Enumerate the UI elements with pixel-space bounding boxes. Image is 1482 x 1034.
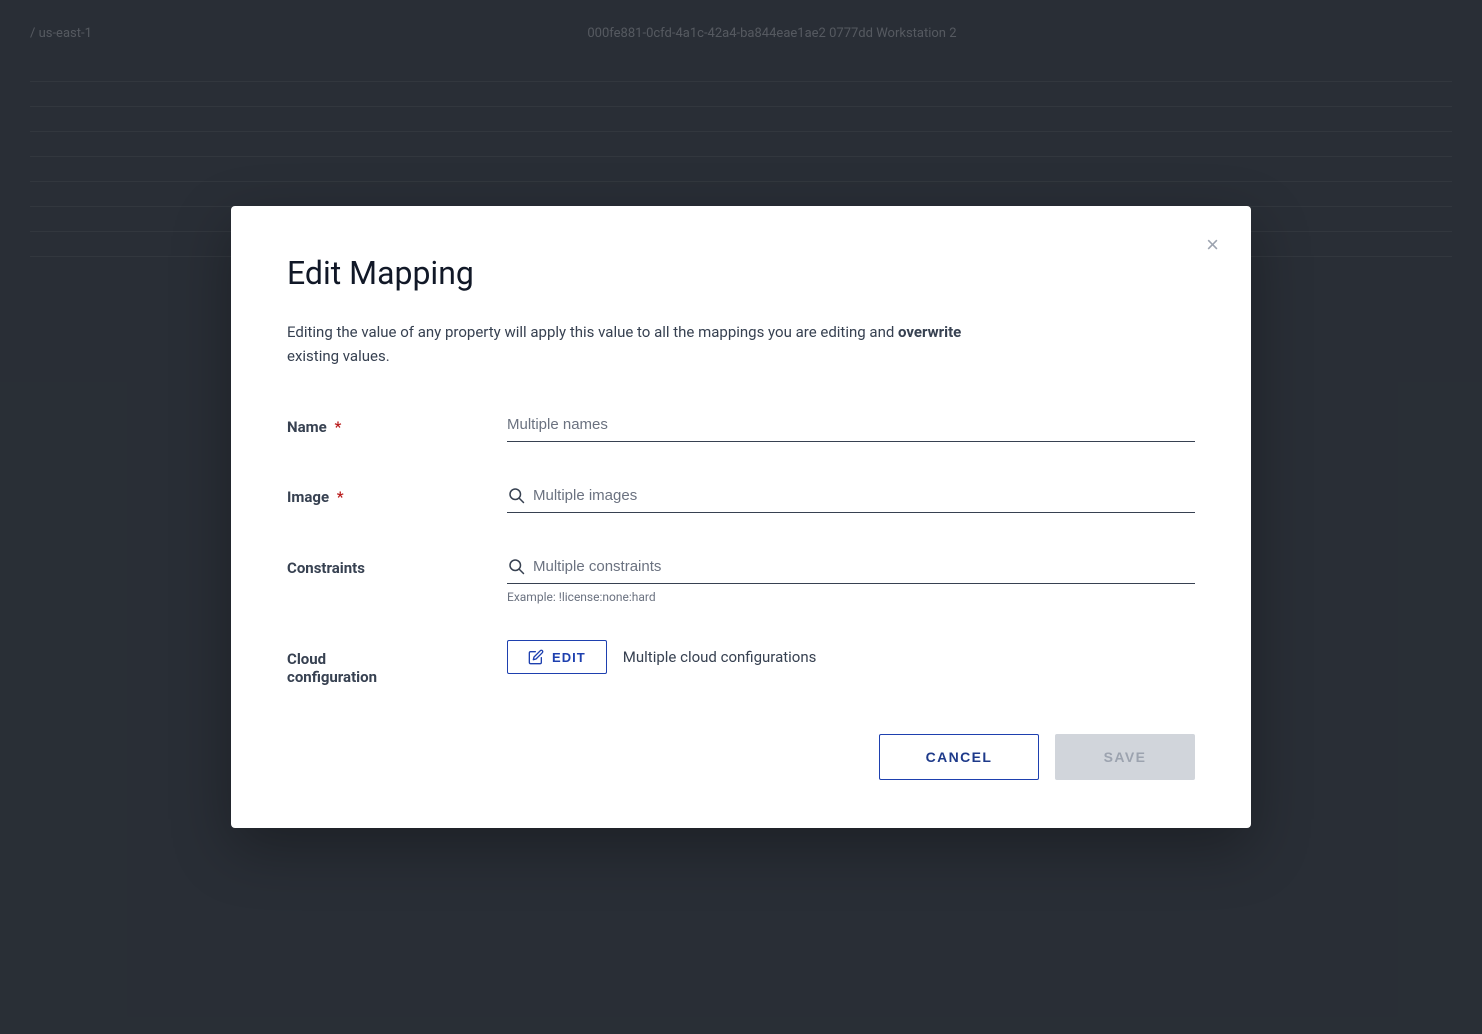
constraints-input[interactable] [533,558,1195,575]
edit-mapping-modal: × Edit Mapping Editing the value of any … [231,206,1251,828]
description-part1: Editing the value of any property will a… [287,323,898,341]
modal-description: Editing the value of any property will a… [287,320,987,368]
constraints-field-row: Constraints Example: !license:none:hard [287,549,1195,604]
image-field [507,478,1195,513]
cancel-button[interactable]: CANCEL [879,734,1039,780]
description-bold: overwrite [898,323,961,341]
search-icon [507,486,525,504]
image-input-wrapper [507,478,1195,513]
edit-pencil-icon [528,649,544,665]
modal-footer: CANCEL SAVE [287,734,1195,780]
modal-overlay: × Edit Mapping Editing the value of any … [0,0,1482,1034]
image-field-row: Image * [287,478,1195,513]
save-button[interactable]: SAVE [1055,734,1195,780]
cloud-config-field-row: Cloud configuration EDIT Multiple cloud … [287,640,1195,686]
image-input[interactable] [533,487,1195,504]
image-label: Image * [287,478,507,506]
search-icon [507,557,525,575]
modal-title: Edit Mapping [287,254,1195,292]
description-part2: existing values. [287,347,390,365]
image-required-indicator: * [333,488,344,506]
cloud-config-edit-button[interactable]: EDIT [507,640,607,674]
name-required-indicator: * [331,418,342,436]
constraints-input-wrapper [507,549,1195,584]
cloud-config-row: EDIT Multiple cloud configurations [507,640,1195,674]
constraints-label: Constraints [287,549,507,577]
constraints-hint: Example: !license:none:hard [507,590,1195,604]
name-field [507,408,1195,442]
name-input[interactable] [507,408,1195,442]
edit-button-label: EDIT [552,650,586,665]
close-button[interactable]: × [1202,230,1223,260]
name-label: Name * [287,408,507,436]
cloud-config-value: Multiple cloud configurations [623,648,817,666]
cloud-config-label: Cloud configuration [287,640,507,686]
constraints-field: Example: !license:none:hard [507,549,1195,604]
name-field-row: Name * [287,408,1195,442]
cloud-config-field: EDIT Multiple cloud configurations [507,640,1195,674]
